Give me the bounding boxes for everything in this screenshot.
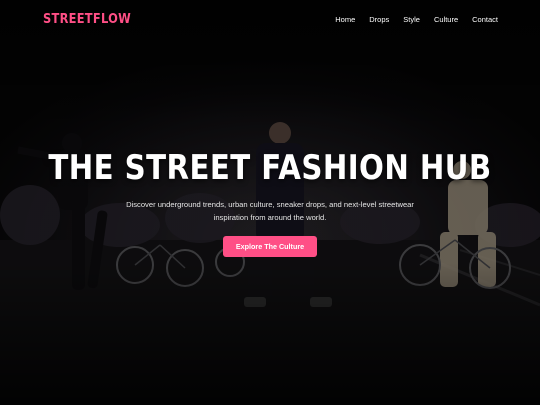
hero-title: THE STREET FASHION HUB — [48, 148, 492, 188]
nav-links: Home Drops Style Culture Contact — [321, 15, 498, 24]
hero-content: THE STREET FASHION HUB Discover undergro… — [0, 148, 540, 257]
hero-subtitle: Discover underground trends, urban cultu… — [126, 200, 414, 222]
nav-link-home[interactable]: Home — [335, 15, 355, 24]
nav-link-culture[interactable]: Culture — [434, 15, 458, 24]
brand-logo[interactable]: STREETFLOW — [43, 12, 131, 27]
top-navbar: STREETFLOW Home Drops Style Culture Cont… — [0, 0, 540, 38]
nav-link-contact[interactable]: Contact — [472, 15, 498, 24]
nav-link-style[interactable]: Style — [403, 15, 420, 24]
hero-section: STREETFLOW Home Drops Style Culture Cont… — [0, 0, 540, 405]
nav-link-drops[interactable]: Drops — [369, 15, 389, 24]
explore-culture-button[interactable]: Explore The Culture — [222, 236, 318, 257]
